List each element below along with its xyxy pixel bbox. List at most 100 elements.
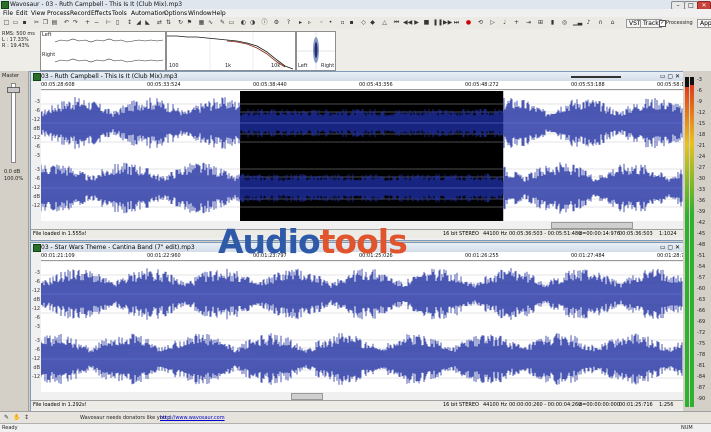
doc2-hscrollbar[interactable]	[291, 393, 323, 400]
play-selection-icon[interactable]: ▷	[489, 19, 496, 26]
processing-checkbox[interactable]: ✓	[659, 20, 666, 27]
tool-h-icon[interactable]: ◆	[369, 19, 376, 26]
tool-b-icon[interactable]: ▹	[306, 19, 313, 26]
level-history-graph	[54, 38, 164, 63]
grid-icon[interactable]: ▦	[198, 19, 205, 26]
vertical-zoom-icon[interactable]: ↕	[23, 414, 30, 421]
record-icon[interactable]: ●	[465, 19, 472, 26]
doc1-window-buttons[interactable]: ▭ ▢ ✕	[660, 73, 680, 80]
doc1-title: 03 - Ruth Campbell - This Is It (Club Mi…	[41, 73, 178, 80]
doc1-waveform-graph[interactable]	[41, 91, 683, 221]
pencil-tool-icon[interactable]: ✎	[3, 414, 10, 421]
tool-f-icon[interactable]: ▪	[348, 19, 355, 26]
vu-scale-label: -90	[697, 396, 706, 402]
fade-in-icon[interactable]: ◢	[135, 19, 142, 26]
pencil-icon[interactable]: ✎	[219, 19, 226, 26]
zoom-in-icon[interactable]: +	[84, 19, 91, 26]
doc2-waveform[interactable]	[41, 262, 683, 392]
forward-end-icon[interactable]: ⏭	[453, 19, 460, 26]
marker-icon[interactable]: ⚑	[186, 19, 193, 26]
undo-icon[interactable]: ↶	[63, 19, 70, 26]
help-icon[interactable]: ?	[285, 19, 292, 26]
apply-button[interactable]: Apply	[697, 19, 711, 28]
master-fader-track[interactable]	[11, 83, 16, 163]
tool-g-icon[interactable]: ◇	[360, 19, 367, 26]
marker-add-icon[interactable]: +	[513, 19, 520, 26]
forward-icon[interactable]: ▶▶	[443, 19, 452, 26]
headphone-icon[interactable]: ∩	[597, 19, 604, 26]
menu-edit[interactable]: Edit	[16, 10, 28, 17]
pause-icon[interactable]: ❚❚	[433, 19, 443, 26]
paste-icon[interactable]: ▤	[51, 19, 58, 26]
doc2-window-buttons[interactable]: ▭ ▢ ✕	[660, 244, 680, 251]
tool-c-icon[interactable]: ◦	[318, 19, 325, 26]
menu-record[interactable]: Record	[70, 10, 91, 17]
spectrum-icon[interactable]: ▁▃	[573, 19, 582, 26]
play-loop-icon[interactable]: ⟲	[477, 19, 484, 26]
master-fader-knob[interactable]	[7, 87, 20, 93]
new-icon[interactable]: □	[3, 19, 10, 26]
snap-icon[interactable]: ⊞	[537, 19, 544, 26]
rewind-start-icon[interactable]: ⏮	[393, 19, 400, 26]
menu-view[interactable]: View	[31, 10, 45, 17]
plugin-icon[interactable]: ⌂	[609, 19, 616, 26]
doc2-scale-label: -12	[31, 306, 40, 312]
save-icon[interactable]: ▪	[21, 19, 28, 26]
menu-options[interactable]: Options	[164, 10, 187, 17]
doc1-hscrollbar[interactable]	[551, 222, 633, 229]
metronome-icon[interactable]: ♩	[501, 19, 508, 26]
doc1-time-ruler[interactable]: 00:05:28:608 00:05:33:524 00:05:38:440 0…	[41, 81, 691, 90]
doc2-waveform-graph[interactable]	[41, 262, 683, 392]
menu-tools[interactable]: Tools	[112, 10, 127, 17]
tool-a-icon[interactable]: ▸	[297, 19, 304, 26]
redo-icon[interactable]: ↷	[72, 19, 79, 26]
copy-icon[interactable]: ❐	[42, 19, 49, 26]
rewind-icon[interactable]: ◀◀	[403, 19, 412, 26]
info-icon[interactable]: ⓘ	[261, 19, 268, 26]
window-title: Wavosaur - 03 - Ruth Campbell - This Is …	[10, 1, 183, 8]
scope-icon[interactable]: ◎	[561, 19, 568, 26]
spectrum-tick-1k: 1k	[225, 63, 232, 69]
cut-icon[interactable]: ✂	[33, 19, 40, 26]
zoom-out-icon[interactable]: −	[93, 19, 100, 26]
menu-effects[interactable]: Effects	[91, 10, 111, 17]
doc1-rate: 44100 Hz	[483, 231, 507, 237]
wave-icon[interactable]: ∿	[207, 19, 214, 26]
menu-automation[interactable]: Automation	[131, 10, 166, 17]
trim-icon[interactable]: ⊢	[105, 19, 112, 26]
menu-window[interactable]: Window	[188, 10, 212, 17]
vu-scale-label: -21	[697, 143, 706, 149]
doc1-scale-label: -6	[35, 108, 40, 114]
speaker-icon[interactable]: ♪	[585, 19, 592, 26]
scroll-icon[interactable]: ⇥	[525, 19, 532, 26]
menu-process[interactable]: Process	[47, 10, 70, 17]
stereo-icon[interactable]: ◑	[249, 19, 256, 26]
mono-icon[interactable]: ◐	[240, 19, 247, 26]
reverse-icon[interactable]: ⇄	[156, 19, 163, 26]
tool-d-icon[interactable]: •	[327, 19, 334, 26]
doc1-overview-bar[interactable]	[571, 76, 621, 78]
tool-e-icon[interactable]: ▫	[339, 19, 346, 26]
doc2-range: 00:00:00:260 - 00:00:04:260	[509, 402, 582, 408]
menu-help[interactable]: Help	[212, 10, 226, 17]
silence-icon[interactable]: ▯	[114, 19, 121, 26]
vu-icon[interactable]: ▮	[549, 19, 556, 26]
tool-i-icon[interactable]: △	[381, 19, 388, 26]
settings-icon[interactable]: ⚙	[273, 19, 280, 26]
master-percent: 100.0%	[4, 176, 24, 182]
normalize-icon[interactable]: ↕	[126, 19, 133, 26]
fade-out-icon[interactable]: ◣	[144, 19, 151, 26]
open-icon[interactable]: ▭	[12, 19, 19, 26]
website-link[interactable]: http://www.wavosaur.com	[160, 415, 225, 421]
play-icon[interactable]: ▶	[413, 19, 420, 26]
document-window-2: 03 - Star Wars Theme - Cantina Band (7" …	[30, 242, 691, 412]
stop-icon[interactable]: ■	[423, 19, 430, 26]
menu-file[interactable]: File	[3, 10, 13, 17]
select-icon[interactable]: ▭	[228, 19, 235, 26]
scope-left-label: Left	[298, 63, 308, 69]
invert-icon[interactable]: ⇅	[165, 19, 172, 26]
status-num: NUM	[681, 425, 693, 431]
doc1-waveform[interactable]	[41, 91, 683, 221]
loop-icon[interactable]: ↻	[177, 19, 184, 26]
hand-tool-icon[interactable]: ✋	[13, 414, 20, 421]
